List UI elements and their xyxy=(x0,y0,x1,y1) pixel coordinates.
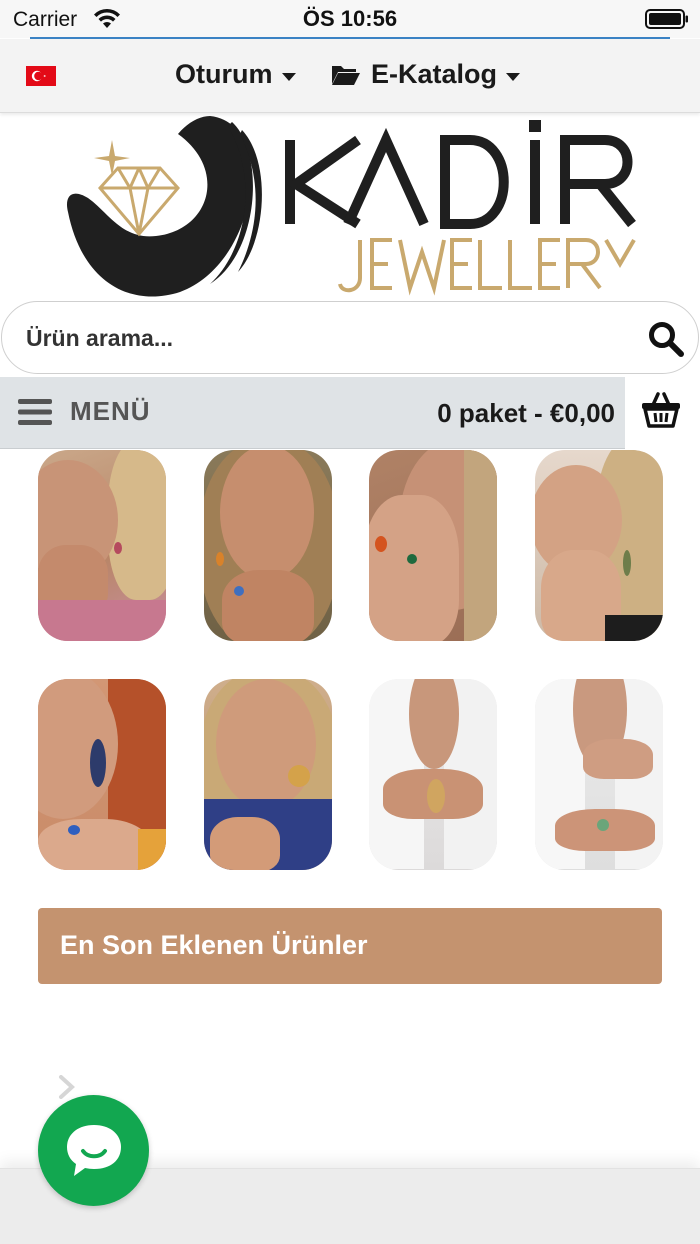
turkey-flag-icon[interactable] xyxy=(26,66,56,86)
battery-icon xyxy=(645,9,688,29)
gallery-image-2[interactable] xyxy=(204,450,332,641)
search-icon[interactable] xyxy=(648,321,684,357)
basket-icon xyxy=(642,392,680,428)
gallery-image-1[interactable] xyxy=(38,450,166,641)
gallery-image-7[interactable] xyxy=(369,679,497,870)
latest-products-header: En Son Eklenen Ürünler xyxy=(38,908,662,984)
hamburger-icon[interactable] xyxy=(18,397,52,427)
kadir-jewellery-logo[interactable] xyxy=(60,112,650,302)
gallery-image-4[interactable] xyxy=(535,450,663,641)
caret-down-icon xyxy=(506,72,521,81)
gallery-image-5[interactable] xyxy=(38,679,166,870)
cart-summary[interactable]: 0 paket - €0,00 xyxy=(437,398,615,429)
caret-down-icon xyxy=(281,72,296,81)
gallery-image-6[interactable] xyxy=(204,679,332,870)
ecatalog-label: E-Katalog xyxy=(371,59,498,89)
search-box xyxy=(1,301,699,374)
login-label: Oturum xyxy=(175,59,273,89)
gallery-image-3[interactable] xyxy=(369,450,497,641)
section-title: En Son Eklenen Ürünler xyxy=(60,930,368,960)
chat-icon xyxy=(67,1125,121,1176)
status-bar: Carrier ÖS 10:56 xyxy=(0,0,700,38)
folder-icon xyxy=(332,65,360,85)
top-utility-bar: Oturum E-Katalog xyxy=(0,39,700,113)
status-time: ÖS 10:56 xyxy=(302,6,398,31)
ecatalog-dropdown[interactable]: E-Katalog xyxy=(331,59,521,90)
chevron-right-icon[interactable] xyxy=(58,1075,76,1099)
cart-button[interactable] xyxy=(625,377,700,449)
chat-button[interactable] xyxy=(38,1095,149,1206)
menu-toggle-label[interactable]: MENÜ xyxy=(70,396,151,427)
gallery-image-8[interactable] xyxy=(535,679,663,870)
search-input[interactable] xyxy=(26,320,586,356)
login-dropdown[interactable]: Oturum xyxy=(175,59,296,90)
menu-bar: MENÜ 0 paket - €0,00 xyxy=(0,377,700,449)
